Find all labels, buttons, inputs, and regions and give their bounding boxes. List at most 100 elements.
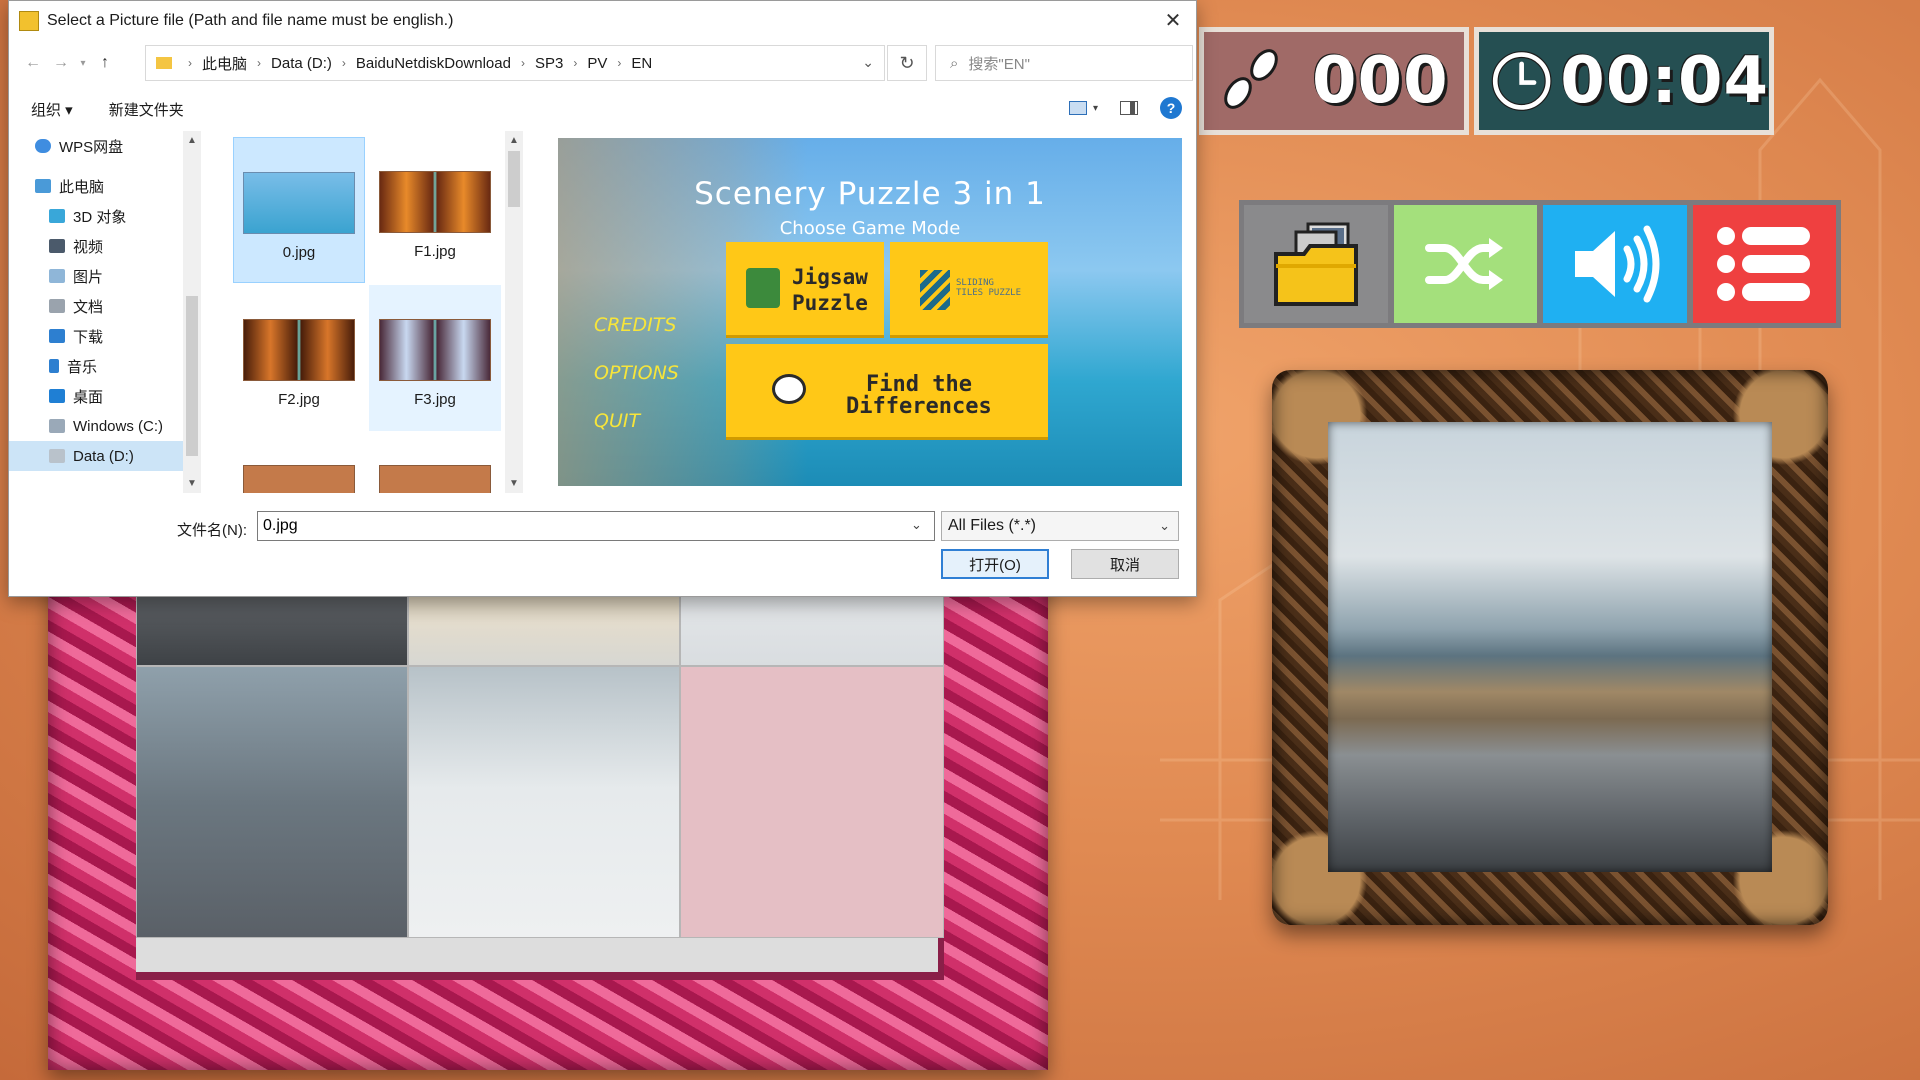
puzzle-empty-slot[interactable] <box>680 666 944 938</box>
search-icon: ⌕ <box>950 54 959 72</box>
breadcrumb-item[interactable]: Data (D:) <box>271 55 332 72</box>
navigation-bar: ← → ▾ ↑ › 此电脑 › Data (D:) › BaiduNetdisk… <box>9 45 1196 81</box>
chevron-down-icon[interactable]: ▼ <box>186 478 198 489</box>
game-toolbar <box>1239 200 1841 328</box>
forward-button[interactable]: → <box>47 49 75 77</box>
tree-item-documents[interactable]: 文档 <box>9 291 183 321</box>
tree-item-windows-c[interactable]: Windows (C:) <box>9 411 183 441</box>
refresh-button[interactable]: ↻ <box>887 45 927 81</box>
image-preview: Scenery Puzzle 3 in 1 Choose Game Mode C… <box>558 138 1182 486</box>
breadcrumb-item[interactable]: 此电脑 <box>202 53 247 74</box>
film-icon <box>49 239 65 253</box>
tree-item-this-pc[interactable]: 此电脑 <box>9 171 183 201</box>
preview-sliding-label: SLIDING TILES PUZZLE <box>956 278 1022 298</box>
tree-item-videos[interactable]: 视频 <box>9 231 183 261</box>
moves-value: 000 <box>1312 44 1449 118</box>
puzzle-tile[interactable] <box>136 666 408 938</box>
up-button[interactable]: ↑ <box>91 49 119 77</box>
app-icon <box>19 11 39 31</box>
back-button[interactable]: ← <box>19 49 47 77</box>
puzzle-board-frame <box>48 560 1048 1070</box>
chevron-down-icon: ▾ <box>80 57 86 69</box>
file-item-f1[interactable]: F1.jpg <box>369 137 501 283</box>
open-button[interactable]: 打开(O) <box>941 549 1049 579</box>
dialog-title: Select a Picture file (Path and file nam… <box>47 12 454 29</box>
close-icon: ✕ <box>1164 9 1182 32</box>
arrow-left-icon: ← <box>25 54 41 71</box>
footsteps-icon <box>1224 49 1278 109</box>
recent-locations-button[interactable]: ▾ <box>75 49 91 77</box>
file-list: 0.jpg F1.jpg F2.jpg F3.jpg <box>215 131 505 493</box>
menu-button[interactable] <box>1692 205 1836 323</box>
chevron-down-icon: ▾ <box>1092 102 1098 114</box>
help-button[interactable]: ? <box>1160 97 1182 119</box>
file-item-0[interactable]: 0.jpg <box>233 137 365 283</box>
file-item[interactable] <box>233 433 365 493</box>
file-dialog: Select a Picture file (Path and file nam… <box>8 0 1197 597</box>
tree-item-music[interactable]: 音乐 <box>9 351 183 381</box>
dialog-titlebar: Select a Picture file (Path and file nam… <box>9 1 1196 41</box>
chevron-down-icon[interactable]: ⌄ <box>911 517 922 533</box>
scroll-thumb[interactable] <box>186 296 198 456</box>
cube-icon <box>49 209 65 223</box>
search-placeholder: 搜索"EN" <box>968 55 1030 73</box>
organize-menu[interactable]: 组织 ▾ <box>31 99 73 120</box>
folder-icon <box>156 57 172 69</box>
timer: 00:04 <box>1474 27 1774 135</box>
breadcrumb-item[interactable]: BaiduNetdiskDownload <box>356 55 511 72</box>
file-list-scrollbar[interactable]: ▲ ▼ <box>505 131 523 493</box>
preview-jigsaw-label: Jigsaw Puzzle <box>792 265 868 315</box>
address-bar[interactable]: › 此电脑 › Data (D:) › BaiduNetdiskDownload… <box>145 45 885 81</box>
magnifier-icon <box>772 374 806 404</box>
preview-quit: QUIT <box>594 410 641 432</box>
tree-item-wps[interactable]: WPS网盘 <box>9 131 183 161</box>
reference-picture-frame <box>1272 370 1828 925</box>
speaker-icon <box>1574 225 1660 303</box>
desktop-icon <box>49 389 65 403</box>
music-icon <box>49 359 59 373</box>
cancel-button[interactable]: 取消 <box>1071 549 1179 579</box>
file-item-f2[interactable]: F2.jpg <box>233 285 365 431</box>
chevron-up-icon[interactable]: ▲ <box>186 135 198 146</box>
file-item[interactable] <box>369 433 501 493</box>
shuffle-button[interactable] <box>1393 205 1537 323</box>
search-input[interactable]: ⌕ 搜索"EN" <box>935 45 1193 81</box>
filename-input[interactable] <box>257 511 935 541</box>
tree-scrollbar[interactable]: ▲ ▼ <box>183 131 201 493</box>
preview-sliding-box: SLIDING TILES PUZZLE <box>890 242 1048 338</box>
tree-item-3d-objects[interactable]: 3D 对象 <box>9 201 183 231</box>
chevron-down-icon[interactable]: ▼ <box>508 478 520 489</box>
navigation-tree: WPS网盘 此电脑 3D 对象 视频 图片 文档 下载 音乐 桌面 Window… <box>9 131 183 493</box>
open-picture-button[interactable] <box>1244 205 1388 323</box>
file-item-f3[interactable]: F3.jpg <box>369 285 501 431</box>
change-view-button[interactable]: ▾ <box>1068 101 1098 115</box>
tree-item-desktop[interactable]: 桌面 <box>9 381 183 411</box>
preview-pane-button[interactable] <box>1120 101 1138 115</box>
dialog-toolbar: 组织 ▾ 新建文件夹 ▾ ? <box>9 93 1196 125</box>
document-icon <box>49 299 65 313</box>
timer-value: 00:04 <box>1560 44 1769 118</box>
breadcrumb-item[interactable]: PV <box>587 55 607 72</box>
tree-item-data-d[interactable]: Data (D:) <box>9 441 183 471</box>
folder-photos-icon <box>1273 222 1358 306</box>
reference-picture <box>1328 422 1772 872</box>
sound-button[interactable] <box>1543 205 1687 323</box>
chevron-down-icon[interactable]: ⌄ <box>862 54 874 71</box>
file-thumbnail <box>379 171 491 233</box>
scroll-thumb[interactable] <box>508 151 520 207</box>
preview-jigsaw-box: Jigsaw Puzzle <box>726 242 884 338</box>
new-folder-button[interactable]: 新建文件夹 <box>109 99 184 120</box>
chevron-up-icon[interactable]: ▲ <box>508 135 520 146</box>
tree-item-downloads[interactable]: 下载 <box>9 321 183 351</box>
refresh-icon: ↻ <box>899 52 915 73</box>
breadcrumb-item[interactable]: EN <box>631 55 652 72</box>
preview-credits: CREDITS <box>594 314 677 336</box>
puzzle-tile[interactable] <box>408 666 680 938</box>
shuffle-icon <box>1425 238 1504 290</box>
tree-item-pictures[interactable]: 图片 <box>9 261 183 291</box>
file-type-select[interactable]: All Files (*.*) ⌄ <box>941 511 1179 541</box>
close-button[interactable]: ✕ <box>1150 1 1196 39</box>
puzzle-piece-icon <box>746 268 780 308</box>
breadcrumb-item[interactable]: SP3 <box>535 55 563 72</box>
file-thumbnail <box>379 319 491 381</box>
